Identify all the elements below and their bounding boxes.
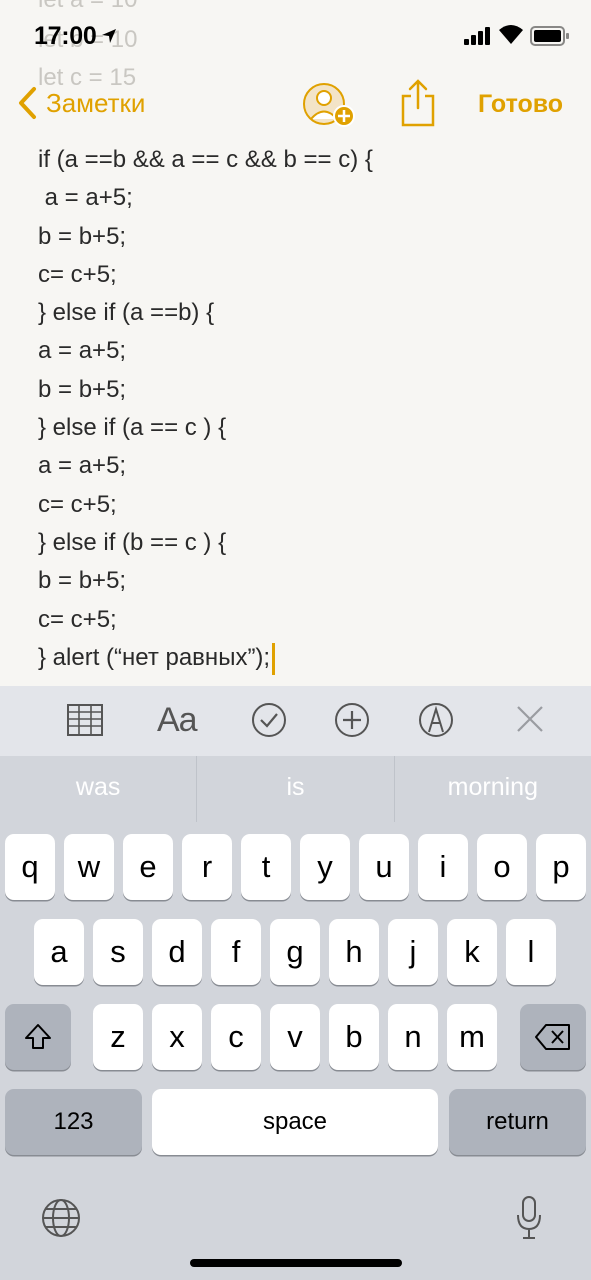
battery-icon (530, 26, 569, 46)
backspace-icon (535, 1024, 570, 1050)
suggestion-item[interactable]: was (0, 756, 198, 822)
status-bar: 17:00 (0, 0, 591, 70)
key-h[interactable]: h (329, 919, 379, 985)
text-cursor (272, 642, 276, 675)
key-a[interactable]: a (34, 919, 84, 985)
key-u[interactable]: u (359, 834, 409, 900)
microphone-icon[interactable] (514, 1195, 544, 1241)
key-p[interactable]: p (536, 834, 586, 900)
key-f[interactable]: f (211, 919, 261, 985)
note-line: } else if (b == c ) { (38, 528, 227, 556)
table-icon[interactable] (66, 700, 104, 740)
note-line: c= c+5; (38, 605, 117, 633)
signal-icon (464, 27, 490, 45)
note-line: } else if (a ==b) { (38, 299, 215, 327)
close-icon[interactable] (513, 700, 547, 740)
note-line: c= c+5; (38, 260, 117, 288)
keyboard: was is morning q w e r t y u i o p a s d… (0, 756, 591, 1280)
suggestion-item[interactable]: morning (395, 756, 591, 822)
add-person-icon[interactable] (302, 82, 358, 130)
key-v[interactable]: v (270, 1004, 320, 1070)
key-q[interactable]: q (5, 834, 55, 900)
note-line: a = a+5; (38, 184, 133, 212)
key-t[interactable]: t (241, 834, 291, 900)
plus-icon[interactable] (333, 700, 371, 740)
key-k[interactable]: k (447, 919, 497, 985)
key-m[interactable]: m (447, 1004, 497, 1070)
note-line: c= c+5; (38, 490, 117, 518)
suggestion-bar: was is morning (0, 756, 591, 822)
nav-bar: Заметки Готово (0, 78, 591, 134)
note-line: b = b+5; (38, 375, 127, 403)
done-button[interactable]: Готово (478, 90, 563, 119)
status-time: 17:00 (34, 22, 97, 50)
key-c[interactable]: c (211, 1004, 261, 1070)
note-line-last: } alert (“нет равных”); (38, 639, 578, 677)
numbers-key[interactable]: 123 (5, 1089, 142, 1155)
wifi-icon (499, 25, 523, 44)
note-line: } else if (a == c ) { (38, 414, 227, 442)
note-body[interactable]: if (a ==b && a == c && b == c) { a = a+5… (38, 141, 578, 677)
key-x[interactable]: x (152, 1004, 202, 1070)
key-w[interactable]: w (64, 834, 114, 900)
key-s[interactable]: s (93, 919, 143, 985)
return-key[interactable]: return (449, 1089, 586, 1155)
share-icon[interactable] (399, 78, 437, 128)
format-button[interactable]: Aa (157, 700, 198, 740)
key-l[interactable]: l (506, 919, 556, 985)
shift-icon (25, 1024, 51, 1049)
key-n[interactable]: n (388, 1004, 438, 1070)
note-line: a = a+5; (38, 452, 127, 480)
key-i[interactable]: i (418, 834, 468, 900)
back-button[interactable]: Заметки (16, 86, 145, 120)
suggestion-item[interactable]: is (197, 756, 395, 822)
back-label: Заметки (46, 87, 146, 118)
key-d[interactable]: d (152, 919, 202, 985)
note-line: a = a+5; (38, 337, 127, 365)
key-r[interactable]: r (182, 834, 232, 900)
backspace-key[interactable] (520, 1004, 586, 1070)
key-j[interactable]: j (388, 919, 438, 985)
location-arrow-icon (102, 29, 116, 43)
globe-icon[interactable] (40, 1197, 82, 1239)
key-b[interactable]: b (329, 1004, 379, 1070)
key-z[interactable]: z (93, 1004, 143, 1070)
checklist-icon[interactable] (250, 700, 288, 740)
note-line: if (a ==b && a == c && b == c) { (38, 146, 373, 173)
home-indicator[interactable] (190, 1259, 402, 1267)
note-line: b = b+5; (38, 222, 127, 250)
markup-icon[interactable] (417, 700, 455, 740)
key-e[interactable]: e (123, 834, 173, 900)
key-g[interactable]: g (270, 919, 320, 985)
space-key[interactable]: space (152, 1089, 438, 1155)
note-line-text: } alert (“нет равных”); (38, 643, 271, 671)
note-line: b = b+5; (38, 567, 127, 595)
key-y[interactable]: y (300, 834, 350, 900)
format-toolbar: Aa (0, 686, 591, 756)
key-o[interactable]: o (477, 834, 527, 900)
shift-key[interactable] (5, 1004, 71, 1070)
chevron-left-icon (19, 87, 36, 119)
